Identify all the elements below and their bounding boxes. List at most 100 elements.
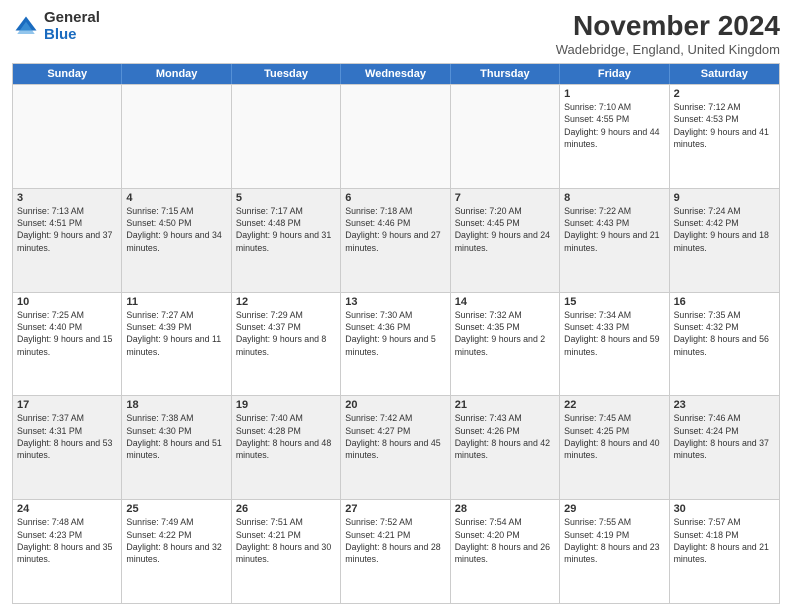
day-info: Sunrise: 7:43 AM Sunset: 4:26 PM Dayligh… — [455, 412, 555, 461]
cal-row: 24Sunrise: 7:48 AM Sunset: 4:23 PM Dayli… — [13, 499, 779, 603]
page: General Blue November 2024 Wadebridge, E… — [0, 0, 792, 612]
day-number: 26 — [236, 503, 336, 515]
location: Wadebridge, England, United Kingdom — [556, 42, 780, 57]
day-info: Sunrise: 7:15 AM Sunset: 4:50 PM Dayligh… — [126, 205, 226, 254]
cal-header-cell: Tuesday — [232, 64, 341, 84]
day-info: Sunrise: 7:57 AM Sunset: 4:18 PM Dayligh… — [674, 516, 775, 565]
day-number: 7 — [455, 192, 555, 204]
cal-cell: 15Sunrise: 7:34 AM Sunset: 4:33 PM Dayli… — [560, 293, 669, 396]
day-info: Sunrise: 7:48 AM Sunset: 4:23 PM Dayligh… — [17, 516, 117, 565]
cal-cell — [122, 85, 231, 188]
day-number: 24 — [17, 503, 117, 515]
day-number: 28 — [455, 503, 555, 515]
cal-cell: 27Sunrise: 7:52 AM Sunset: 4:21 PM Dayli… — [341, 500, 450, 603]
cal-cell: 28Sunrise: 7:54 AM Sunset: 4:20 PM Dayli… — [451, 500, 560, 603]
day-info: Sunrise: 7:18 AM Sunset: 4:46 PM Dayligh… — [345, 205, 445, 254]
day-number: 12 — [236, 296, 336, 308]
day-number: 17 — [17, 399, 117, 411]
cal-row: 17Sunrise: 7:37 AM Sunset: 4:31 PM Dayli… — [13, 395, 779, 499]
day-number: 20 — [345, 399, 445, 411]
cal-cell: 23Sunrise: 7:46 AM Sunset: 4:24 PM Dayli… — [670, 396, 779, 499]
day-number: 14 — [455, 296, 555, 308]
cal-cell: 14Sunrise: 7:32 AM Sunset: 4:35 PM Dayli… — [451, 293, 560, 396]
cal-cell: 1Sunrise: 7:10 AM Sunset: 4:55 PM Daylig… — [560, 85, 669, 188]
day-number: 11 — [126, 296, 226, 308]
day-info: Sunrise: 7:42 AM Sunset: 4:27 PM Dayligh… — [345, 412, 445, 461]
day-number: 13 — [345, 296, 445, 308]
day-number: 5 — [236, 192, 336, 204]
day-info: Sunrise: 7:35 AM Sunset: 4:32 PM Dayligh… — [674, 309, 775, 358]
day-info: Sunrise: 7:51 AM Sunset: 4:21 PM Dayligh… — [236, 516, 336, 565]
calendar-body: 1Sunrise: 7:10 AM Sunset: 4:55 PM Daylig… — [13, 84, 779, 603]
day-number: 19 — [236, 399, 336, 411]
day-info: Sunrise: 7:34 AM Sunset: 4:33 PM Dayligh… — [564, 309, 664, 358]
cal-cell: 29Sunrise: 7:55 AM Sunset: 4:19 PM Dayli… — [560, 500, 669, 603]
day-info: Sunrise: 7:30 AM Sunset: 4:36 PM Dayligh… — [345, 309, 445, 358]
day-info: Sunrise: 7:32 AM Sunset: 4:35 PM Dayligh… — [455, 309, 555, 358]
header: General Blue November 2024 Wadebridge, E… — [12, 10, 780, 57]
day-info: Sunrise: 7:25 AM Sunset: 4:40 PM Dayligh… — [17, 309, 117, 358]
cal-cell: 19Sunrise: 7:40 AM Sunset: 4:28 PM Dayli… — [232, 396, 341, 499]
cal-cell: 16Sunrise: 7:35 AM Sunset: 4:32 PM Dayli… — [670, 293, 779, 396]
day-number: 23 — [674, 399, 775, 411]
cal-cell: 21Sunrise: 7:43 AM Sunset: 4:26 PM Dayli… — [451, 396, 560, 499]
day-number: 15 — [564, 296, 664, 308]
day-number: 4 — [126, 192, 226, 204]
cal-cell: 5Sunrise: 7:17 AM Sunset: 4:48 PM Daylig… — [232, 189, 341, 292]
cal-header-cell: Monday — [122, 64, 231, 84]
day-info: Sunrise: 7:17 AM Sunset: 4:48 PM Dayligh… — [236, 205, 336, 254]
day-info: Sunrise: 7:10 AM Sunset: 4:55 PM Dayligh… — [564, 101, 664, 150]
month-title: November 2024 — [556, 10, 780, 42]
day-info: Sunrise: 7:45 AM Sunset: 4:25 PM Dayligh… — [564, 412, 664, 461]
logo-general: General — [44, 10, 100, 27]
day-number: 21 — [455, 399, 555, 411]
cal-cell: 20Sunrise: 7:42 AM Sunset: 4:27 PM Dayli… — [341, 396, 450, 499]
cal-cell — [451, 85, 560, 188]
cal-cell: 13Sunrise: 7:30 AM Sunset: 4:36 PM Dayli… — [341, 293, 450, 396]
logo-icon — [12, 13, 40, 41]
cal-cell: 22Sunrise: 7:45 AM Sunset: 4:25 PM Dayli… — [560, 396, 669, 499]
day-info: Sunrise: 7:40 AM Sunset: 4:28 PM Dayligh… — [236, 412, 336, 461]
day-info: Sunrise: 7:55 AM Sunset: 4:19 PM Dayligh… — [564, 516, 664, 565]
day-info: Sunrise: 7:20 AM Sunset: 4:45 PM Dayligh… — [455, 205, 555, 254]
calendar: SundayMondayTuesdayWednesdayThursdayFrid… — [12, 63, 780, 604]
cal-cell: 30Sunrise: 7:57 AM Sunset: 4:18 PM Dayli… — [670, 500, 779, 603]
day-info: Sunrise: 7:22 AM Sunset: 4:43 PM Dayligh… — [564, 205, 664, 254]
day-number: 3 — [17, 192, 117, 204]
cal-cell — [13, 85, 122, 188]
cal-row: 10Sunrise: 7:25 AM Sunset: 4:40 PM Dayli… — [13, 292, 779, 396]
day-number: 25 — [126, 503, 226, 515]
day-number: 27 — [345, 503, 445, 515]
logo: General Blue — [12, 10, 100, 43]
cal-cell: 17Sunrise: 7:37 AM Sunset: 4:31 PM Dayli… — [13, 396, 122, 499]
cal-cell: 7Sunrise: 7:20 AM Sunset: 4:45 PM Daylig… — [451, 189, 560, 292]
cal-header-cell: Saturday — [670, 64, 779, 84]
cal-cell: 12Sunrise: 7:29 AM Sunset: 4:37 PM Dayli… — [232, 293, 341, 396]
cal-cell: 10Sunrise: 7:25 AM Sunset: 4:40 PM Dayli… — [13, 293, 122, 396]
cal-cell: 9Sunrise: 7:24 AM Sunset: 4:42 PM Daylig… — [670, 189, 779, 292]
day-info: Sunrise: 7:38 AM Sunset: 4:30 PM Dayligh… — [126, 412, 226, 461]
day-info: Sunrise: 7:29 AM Sunset: 4:37 PM Dayligh… — [236, 309, 336, 358]
day-number: 9 — [674, 192, 775, 204]
day-info: Sunrise: 7:13 AM Sunset: 4:51 PM Dayligh… — [17, 205, 117, 254]
cal-cell — [341, 85, 450, 188]
cal-cell — [232, 85, 341, 188]
day-number: 1 — [564, 88, 664, 100]
day-number: 22 — [564, 399, 664, 411]
cal-cell: 4Sunrise: 7:15 AM Sunset: 4:50 PM Daylig… — [122, 189, 231, 292]
day-info: Sunrise: 7:46 AM Sunset: 4:24 PM Dayligh… — [674, 412, 775, 461]
day-info: Sunrise: 7:12 AM Sunset: 4:53 PM Dayligh… — [674, 101, 775, 150]
cal-cell: 18Sunrise: 7:38 AM Sunset: 4:30 PM Dayli… — [122, 396, 231, 499]
day-info: Sunrise: 7:52 AM Sunset: 4:21 PM Dayligh… — [345, 516, 445, 565]
logo-text: General Blue — [44, 10, 100, 43]
cal-cell: 2Sunrise: 7:12 AM Sunset: 4:53 PM Daylig… — [670, 85, 779, 188]
day-info: Sunrise: 7:27 AM Sunset: 4:39 PM Dayligh… — [126, 309, 226, 358]
calendar-header: SundayMondayTuesdayWednesdayThursdayFrid… — [13, 64, 779, 84]
day-info: Sunrise: 7:24 AM Sunset: 4:42 PM Dayligh… — [674, 205, 775, 254]
cal-row: 3Sunrise: 7:13 AM Sunset: 4:51 PM Daylig… — [13, 188, 779, 292]
day-number: 2 — [674, 88, 775, 100]
day-info: Sunrise: 7:37 AM Sunset: 4:31 PM Dayligh… — [17, 412, 117, 461]
cal-header-cell: Sunday — [13, 64, 122, 84]
cal-header-cell: Friday — [560, 64, 669, 84]
day-number: 10 — [17, 296, 117, 308]
